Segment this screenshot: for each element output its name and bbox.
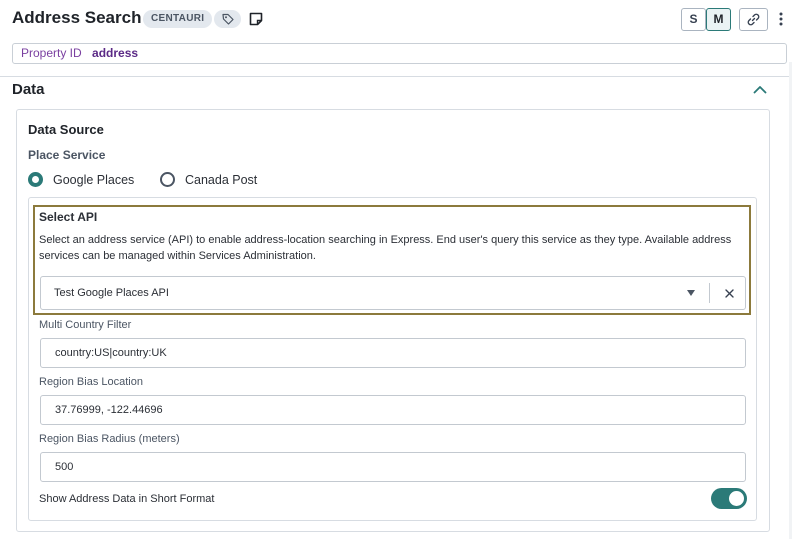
short-format-toggle[interactable] [711,488,747,509]
property-id-value: address [92,46,139,60]
collapse-section-button[interactable] [750,80,770,98]
section-divider [0,76,790,77]
note-icon [249,12,263,26]
radio-google-places[interactable] [28,172,43,187]
close-icon [724,288,734,298]
toggle-knob [729,491,744,506]
select-api-description: Select an address service (API) to enabl… [39,234,732,262]
radio-google-places-label[interactable]: Google Places [53,173,134,187]
property-id-label: Property ID [21,46,82,60]
note-button[interactable] [248,11,264,27]
select-api-title: Select API [39,210,98,224]
region-bias-location-input[interactable] [40,395,746,425]
data-source-title: Data Source [28,122,104,137]
more-options-button[interactable] [774,9,788,29]
select-api-value: Test Google Places API [54,287,169,299]
property-id-field[interactable]: Property ID address [12,43,787,64]
size-small-button[interactable]: S [681,8,706,31]
region-bias-location-label: Region Bias Location [39,376,143,388]
tag-icon [221,13,234,25]
scrollbar-track[interactable] [789,62,792,539]
link-icon [747,13,760,26]
place-service-label: Place Service [28,148,106,162]
page-title: Address Search [12,8,142,27]
multi-country-filter-input[interactable] [40,338,746,368]
section-title-data: Data [12,81,45,98]
select-api-dropdown[interactable]: Test Google Places API [40,276,746,310]
page-header: Address Search CENTAURI S M [0,0,800,40]
size-medium-button[interactable]: M [706,8,731,31]
radio-canada-post[interactable] [160,172,175,187]
centauri-badge: CENTAURI [143,10,213,28]
region-bias-radius-label: Region Bias Radius (meters) [39,433,180,445]
chevron-up-icon [753,85,767,93]
region-bias-radius-input[interactable] [40,452,746,482]
clear-selection-button[interactable] [723,286,735,300]
link-button[interactable] [739,8,768,31]
caret-down-icon[interactable] [687,290,695,296]
tag-button[interactable] [214,10,241,28]
select-divider [709,283,710,303]
multi-country-filter-label: Multi Country Filter [39,319,132,331]
radio-canada-post-label[interactable]: Canada Post [185,173,257,187]
kebab-menu-icon [779,12,783,26]
short-format-label: Show Address Data in Short Format [39,493,215,505]
